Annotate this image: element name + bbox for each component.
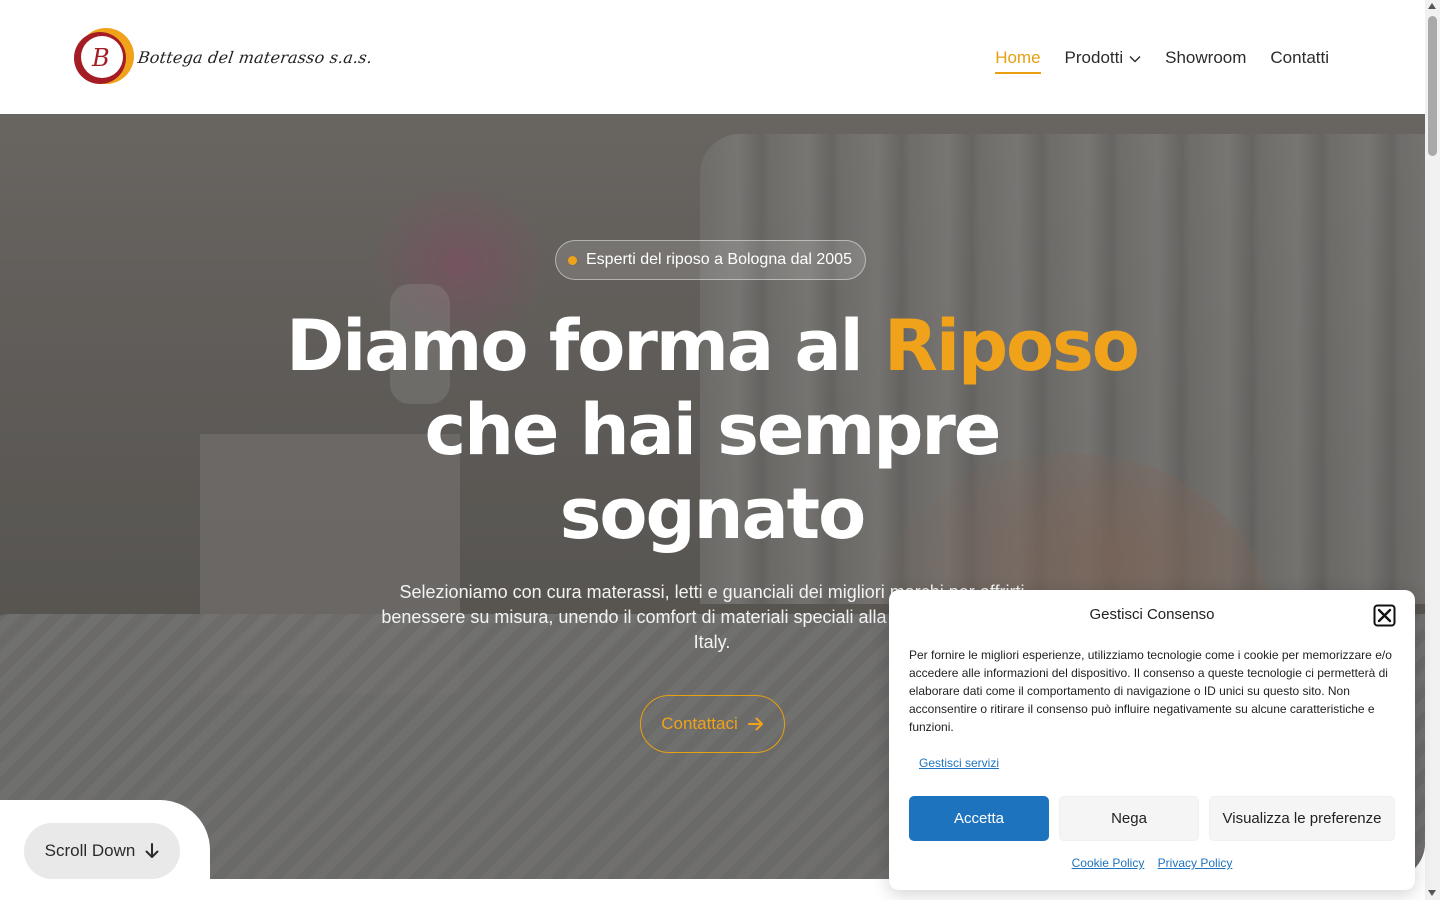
nav-prodotti-label: Prodotti — [1064, 48, 1124, 67]
nav-showroom[interactable]: Showroom — [1165, 44, 1246, 72]
site-logo[interactable]: B Bottega del materasso s.a.s. — [72, 26, 374, 88]
headline-line3: sognato — [559, 473, 866, 555]
contattaci-label: Contattaci — [661, 714, 738, 733]
hero-badge-text: Esperti del riposo a Bologna dal 2005 — [586, 251, 852, 268]
arrow-right-icon — [747, 717, 763, 731]
logo-text: Bottega del materasso s.a.s. — [136, 47, 374, 67]
policy-links: Cookie Policy Privacy Policy — [889, 856, 1415, 870]
chevron-down-icon — [1129, 48, 1141, 68]
consent-body: Per fornire le migliori esperienze, util… — [909, 648, 1392, 734]
consent-title: Gestisci Consenso — [1089, 606, 1215, 623]
logo-mark: B — [72, 26, 134, 88]
view-preferences-button[interactable]: Visualizza le preferenze — [1209, 796, 1395, 841]
contattaci-button[interactable]: Contattaci — [640, 695, 785, 753]
scrollbar-thumb[interactable] — [1428, 16, 1437, 156]
accept-button[interactable]: Accetta — [909, 796, 1049, 841]
logo-letter: B — [91, 44, 110, 72]
scroll-up-arrow-icon[interactable] — [1428, 3, 1436, 9]
page-scrollbar[interactable] — [1425, 0, 1440, 900]
main-nav: Home Prodotti Showroom Contatti — [971, 44, 1329, 74]
arrow-down-icon — [145, 843, 159, 858]
dot-icon — [568, 255, 577, 265]
deny-button[interactable]: Nega — [1059, 796, 1199, 841]
hero-badge: Esperti del riposo a Bologna dal 2005 — [555, 240, 866, 280]
headline-highlight: Riposo — [884, 305, 1140, 387]
privacy-policy-link[interactable]: Privacy Policy — [1158, 856, 1233, 870]
manage-services-link[interactable]: Gestisci servizi — [919, 756, 999, 770]
page: B Bottega del materasso s.a.s. Home Prod… — [0, 0, 1440, 900]
nav-contatti[interactable]: Contatti — [1270, 44, 1329, 72]
cookie-policy-link[interactable]: Cookie Policy — [1072, 856, 1145, 870]
scroll-down-arrow-icon[interactable] — [1428, 890, 1436, 896]
cookie-consent-dialog: Gestisci Consenso Per fornire le miglior… — [889, 590, 1415, 890]
close-icon[interactable] — [1373, 604, 1396, 627]
nav-prodotti[interactable]: Prodotti — [1065, 44, 1142, 72]
headline-line2: che hai sempre — [424, 389, 1002, 471]
hero-headline: Diamo forma al Riposo che hai sempre sog… — [262, 304, 1162, 556]
site-header: B Bottega del materasso s.a.s. Home Prod… — [0, 0, 1425, 114]
headline-part1: Diamo forma al — [286, 305, 885, 387]
scroll-down-label: Scroll Down — [44, 841, 136, 860]
scroll-down-button[interactable]: Scroll Down — [24, 823, 180, 879]
nav-home[interactable]: Home — [995, 44, 1041, 74]
